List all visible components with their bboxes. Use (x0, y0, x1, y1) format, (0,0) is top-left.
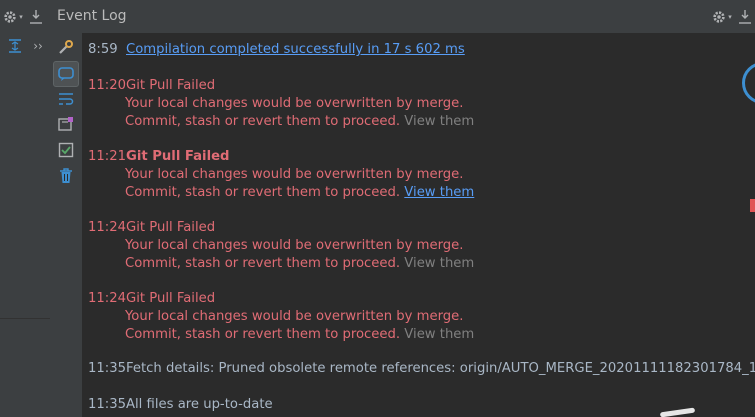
error-stripe-marker[interactable] (750, 199, 755, 212)
event-log-content: 8:59 Compilation completed successfully i… (82, 33, 755, 417)
event-log-header: Event Log ▾ (50, 0, 755, 34)
soft-wrap-icon[interactable] (56, 89, 76, 109)
left-tool-strip (0, 0, 51, 417)
collapse-icon[interactable] (6, 38, 24, 54)
entry-time: 11:24 (88, 220, 127, 235)
entry-time: 8:59 (88, 42, 118, 57)
log-entry: 11:24Git Pull Failed Your local changes … (88, 219, 474, 273)
entry-time: 11:35 (88, 397, 127, 412)
entry-title: Git Pull Failed (126, 149, 230, 164)
log-entry: 11:35Fetch details: Pruned obsolete remo… (88, 360, 755, 378)
event-log-toolbar (50, 33, 83, 417)
log-entry: 11:24Git Pull Failed Your local changes … (88, 290, 474, 344)
entry-title: Git Pull Failed (126, 220, 216, 235)
entry-title: Git Pull Failed (126, 291, 216, 306)
left-divider (0, 318, 50, 319)
left-toolbar: ▾ (0, 0, 50, 34)
entry-message: Commit, stash or revert them to proceed. (125, 327, 401, 342)
balloon-icon[interactable] (53, 61, 79, 87)
entry-title: All files are up-to-date (126, 397, 273, 412)
trash-icon[interactable] (56, 166, 76, 186)
mark-read-icon[interactable] (56, 114, 76, 134)
entry-time: 11:24 (88, 291, 127, 306)
entry-message: Your local changes would be overwritten … (125, 96, 464, 111)
chevron-down-icon[interactable]: ▾ (727, 12, 733, 22)
entry-time: 11:35 (88, 361, 127, 376)
entry-time: 11:20 (88, 78, 127, 93)
log-entry: 11:20Git Pull Failed Your local changes … (88, 77, 474, 131)
entry-time: 11:21 (88, 149, 127, 164)
wrench-icon[interactable] (56, 37, 76, 57)
view-them-link[interactable]: View them (404, 327, 474, 342)
entry-message: Your local changes would be overwritten … (125, 167, 464, 182)
view-them-link[interactable]: View them (404, 185, 474, 200)
entry-title: Git Pull Failed (126, 78, 216, 93)
left-subtoolbar: ›› (0, 33, 50, 59)
download-icon[interactable] (736, 7, 754, 27)
entry-title: Fetch details: Pruned obsolete remote re… (126, 361, 755, 376)
entry-message: Commit, stash or revert them to proceed. (125, 256, 401, 271)
compilation-link[interactable]: Compilation completed successfully in 17… (126, 42, 465, 57)
checkbox-icon[interactable] (56, 140, 76, 160)
gear-icon[interactable] (710, 8, 728, 26)
view-them-link[interactable]: View them (404, 256, 474, 271)
entry-message: Your local changes would be overwritten … (125, 309, 464, 324)
entry-message: Your local changes would be overwritten … (125, 238, 464, 253)
log-entry: 8:59 Compilation completed successfully i… (88, 41, 465, 59)
view-them-link[interactable]: View them (404, 114, 474, 129)
log-entry: 11:35All files are up-to-date (88, 396, 273, 414)
entry-message: Commit, stash or revert them to proceed. (125, 185, 401, 200)
gear-icon[interactable] (0, 8, 20, 26)
download-icon[interactable] (27, 7, 45, 27)
chevron-right-icon[interactable]: ›› (32, 38, 44, 54)
chevron-down-icon[interactable]: ▾ (18, 12, 24, 22)
panel-title: Event Log (57, 8, 127, 24)
entry-message: Commit, stash or revert them to proceed. (125, 114, 401, 129)
log-entry: 11:21Git Pull Failed Your local changes … (88, 148, 474, 202)
